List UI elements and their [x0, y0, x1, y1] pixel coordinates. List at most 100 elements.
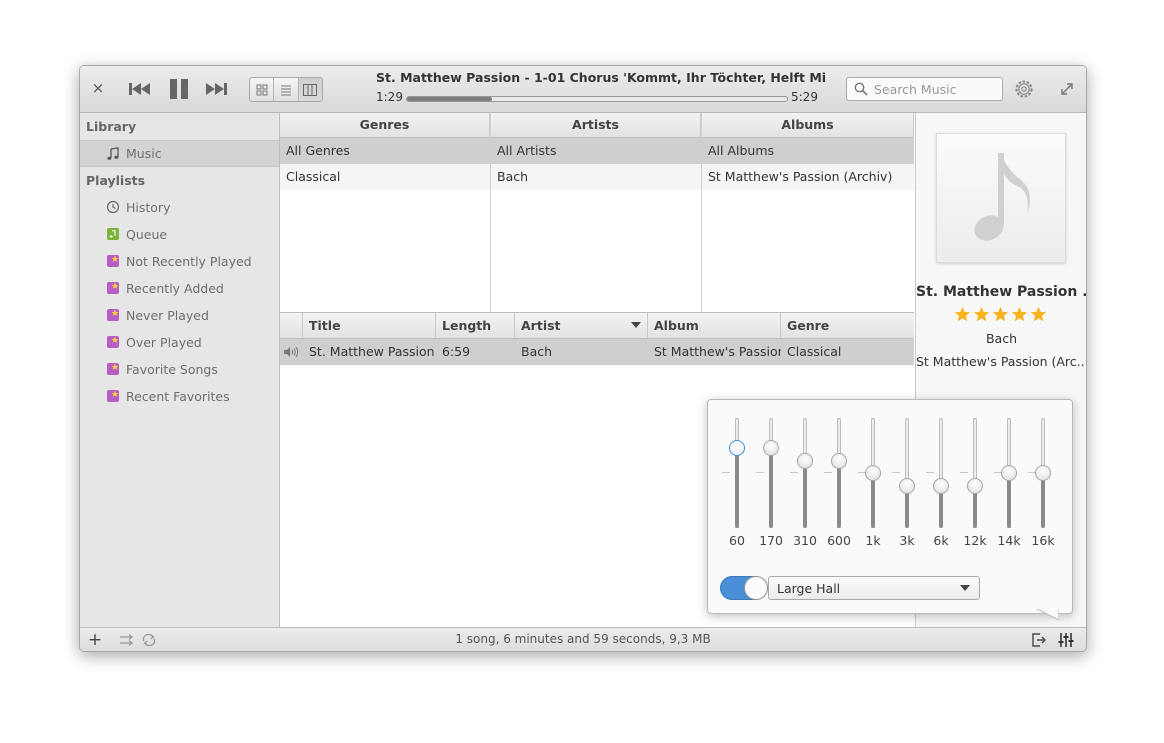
- eq-slider-fill: [769, 447, 773, 528]
- star-icon[interactable]: [1011, 306, 1028, 323]
- album-row[interactable]: All Albums: [702, 138, 914, 164]
- eq-slider-knob[interactable]: [865, 465, 881, 481]
- eq-band-1k: 1k: [858, 418, 888, 558]
- star-icon[interactable]: [954, 306, 971, 323]
- genre-column-header[interactable]: Genre: [781, 313, 914, 338]
- skip-back-icon: [129, 83, 150, 95]
- header-bar: × St. Matthew Passion - 1-01 Chorus 'Kom…: [80, 66, 1086, 113]
- sort-descending-icon: [631, 322, 641, 328]
- seek-progress: [407, 97, 493, 101]
- artist-row[interactable]: All Artists: [491, 138, 701, 164]
- eq-slider-knob[interactable]: [729, 439, 745, 456]
- sidebar-item-favorite-songs[interactable]: Favorite Songs: [80, 356, 279, 382]
- equalizer-toggle[interactable]: [720, 576, 768, 600]
- toggle-info-pane-button[interactable]: [1030, 631, 1048, 649]
- sidebar-item-recently-added[interactable]: Recently Added: [80, 275, 279, 301]
- eq-slider-knob[interactable]: [899, 478, 915, 495]
- genre-row[interactable]: All Genres: [280, 138, 490, 164]
- preset-dropdown[interactable]: Large Hall: [768, 576, 980, 600]
- star-icon[interactable]: [1030, 306, 1047, 323]
- info-pane-icon: [1032, 633, 1046, 647]
- fullscreen-button[interactable]: [1057, 79, 1077, 99]
- zero-tick: [722, 472, 730, 473]
- close-button[interactable]: ×: [88, 78, 108, 98]
- artist-row[interactable]: Bach: [491, 164, 701, 190]
- track-title-cell: St. Matthew Passion - 1: [309, 344, 436, 359]
- sidebar-item-label: Never Played: [126, 307, 209, 323]
- sidebar-item-never-played[interactable]: Never Played: [80, 302, 279, 328]
- albums-column: Albums All Albums St Matthew's Passion (…: [702, 113, 914, 312]
- eq-slider-knob[interactable]: [1001, 465, 1017, 481]
- smart-playlist-icon: [106, 308, 120, 322]
- sidebar-item-history[interactable]: History: [80, 194, 279, 220]
- equalizer-popover: 60 170 310 600 1k 3k 6k 12k 14k 16k Large Hall: [707, 399, 1073, 614]
- track-artist-cell: Bach: [521, 344, 553, 359]
- grid-view-button[interactable]: [250, 78, 275, 101]
- zero-tick: [892, 472, 900, 473]
- albums-header[interactable]: Albums: [702, 113, 914, 138]
- eq-slider-knob[interactable]: [831, 452, 847, 469]
- music-note-icon: [974, 153, 1030, 241]
- queue-icon: [106, 227, 120, 241]
- genres-header[interactable]: Genres: [280, 113, 490, 138]
- library-heading: Library: [86, 119, 137, 134]
- sidebar-item-not-recently-played[interactable]: Not Recently Played: [80, 248, 279, 274]
- previous-button[interactable]: [126, 77, 154, 101]
- eq-slider-knob[interactable]: [797, 452, 813, 469]
- list-view-button[interactable]: [274, 78, 299, 101]
- sidebar-item-music[interactable]: Music: [80, 140, 279, 167]
- sidebar-item-over-played[interactable]: Over Played: [80, 329, 279, 355]
- playlists-heading: Playlists: [86, 173, 146, 188]
- sidebar-item-label: Over Played: [126, 334, 202, 350]
- rating-stars[interactable]: [954, 306, 1047, 323]
- genres-column: Genres All Genres Classical: [280, 113, 491, 312]
- sidebar-item-recent-favorites[interactable]: Recent Favorites: [80, 383, 279, 409]
- sidebar-item-queue[interactable]: Queue: [80, 221, 279, 247]
- column-browser: Genres All Genres Classical Artists All …: [280, 113, 914, 313]
- smart-playlist-icon: [106, 254, 120, 268]
- eq-slider-fill: [871, 473, 875, 528]
- chevron-down-icon: [960, 585, 970, 591]
- now-playing-indicator: [280, 339, 303, 365]
- columns-icon: [303, 83, 318, 96]
- column-view-button[interactable]: [298, 78, 322, 101]
- info-title: St. Matthew Passion ...: [916, 284, 1087, 300]
- eq-slider-fill: [735, 447, 739, 528]
- eq-band-3k: 3k: [892, 418, 922, 558]
- preset-label: Large Hall: [777, 581, 841, 596]
- next-button[interactable]: [202, 77, 230, 101]
- eq-slider-fill: [803, 460, 807, 528]
- star-icon[interactable]: [992, 306, 1009, 323]
- album-row[interactable]: St Matthew's Passion (Archiv): [702, 164, 914, 190]
- artist-column-header[interactable]: Artist: [515, 313, 648, 338]
- eq-slider-knob[interactable]: [1035, 465, 1051, 481]
- seek-bar[interactable]: [406, 96, 788, 102]
- star-icon[interactable]: [973, 306, 990, 323]
- artists-header[interactable]: Artists: [491, 113, 701, 138]
- view-mode-switcher: [249, 77, 323, 102]
- speaker-icon: [284, 346, 299, 358]
- sidebar-item-label: Not Recently Played: [126, 253, 252, 269]
- album-column-header[interactable]: Album: [648, 313, 781, 338]
- status-column-header[interactable]: [280, 313, 303, 338]
- smart-playlist-icon: [106, 362, 120, 376]
- track-album-cell: St Matthew's Passion (: [654, 344, 781, 359]
- length-column-header[interactable]: Length: [436, 313, 515, 338]
- eq-slider-knob[interactable]: [967, 478, 983, 495]
- track-genre-cell: Classical: [787, 344, 842, 359]
- status-bar: + 1 song, 6 minutes and 59 seconds, 9,3 …: [80, 627, 1086, 651]
- title-column-header[interactable]: Title: [303, 313, 436, 338]
- zero-tick: [790, 472, 798, 473]
- artists-column: Artists All Artists Bach: [491, 113, 702, 312]
- genre-row[interactable]: Classical: [280, 164, 490, 190]
- play-pause-button[interactable]: [165, 77, 193, 101]
- settings-button[interactable]: [1012, 77, 1036, 101]
- search-box[interactable]: [846, 77, 1003, 101]
- eq-slider-knob[interactable]: [763, 439, 779, 456]
- table-row[interactable]: St. Matthew Passion - 1 6:59 Bach St Mat…: [280, 339, 914, 365]
- equalizer-button[interactable]: [1056, 631, 1076, 649]
- eq-slider-fill: [837, 460, 841, 528]
- track-list-header: Title Length Artist Album Genre: [280, 313, 914, 339]
- eq-slider-knob[interactable]: [933, 478, 949, 495]
- search-input[interactable]: [874, 81, 994, 97]
